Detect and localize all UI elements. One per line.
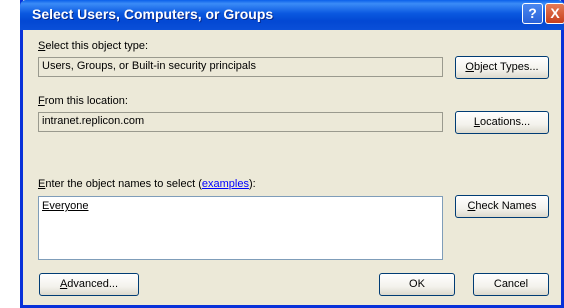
dialog-title: Select Users, Computers, or Groups <box>32 6 274 22</box>
examples-link[interactable]: examples <box>202 178 249 190</box>
title-bar[interactable]: Select Users, Computers, or Groups ? X <box>20 0 564 30</box>
object-names-label: Enter the object names to select (exampl… <box>38 178 256 190</box>
object-names-input[interactable]: Everyone <box>38 196 443 260</box>
close-button[interactable]: X <box>545 3 564 24</box>
location-field: intranet.replicon.com <box>38 112 443 132</box>
ok-button[interactable]: OK <box>379 273 455 296</box>
check-names-button[interactable]: Check Names <box>455 195 549 218</box>
object-type-label: Select this object type: <box>38 40 149 52</box>
resolved-name: Everyone <box>42 200 89 212</box>
locations-button[interactable]: Locations... <box>455 111 549 134</box>
object-types-button[interactable]: Object Types... <box>455 56 549 79</box>
object-type-field: Users, Groups, or Built-in security prin… <box>38 57 443 77</box>
help-button[interactable]: ? <box>522 3 543 24</box>
advanced-button[interactable]: Advanced... <box>39 273 139 296</box>
select-users-dialog: Select Users, Computers, or Groups ? X S… <box>20 0 564 308</box>
location-label: From this location: <box>38 95 128 107</box>
cancel-button[interactable]: Cancel <box>473 273 549 296</box>
